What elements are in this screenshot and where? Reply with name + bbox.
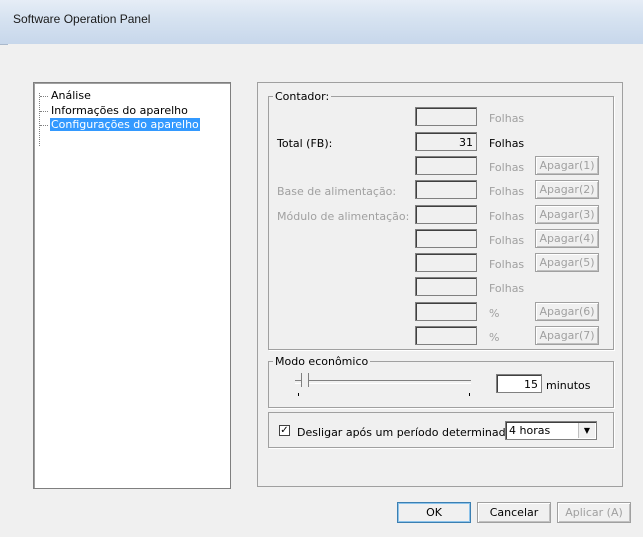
modo-economico-legend: Modo econômico bbox=[275, 355, 369, 368]
counter-value-7 bbox=[415, 277, 477, 296]
ok-button[interactable]: OK bbox=[397, 502, 471, 523]
apagar-4-button[interactable]: Apagar(4) bbox=[535, 229, 599, 248]
counter-unit-8: % bbox=[489, 307, 500, 320]
desligar-selected-value: 4 horas bbox=[509, 424, 551, 437]
window-title: Software Operation Panel bbox=[13, 12, 151, 26]
counter-unit-7: Folhas bbox=[489, 282, 525, 295]
tree-dash bbox=[40, 124, 48, 126]
counter-unit-total: Folhas bbox=[489, 137, 525, 150]
apagar-6-button[interactable]: Apagar(6) bbox=[535, 302, 599, 321]
check-mark-icon: ✓ bbox=[280, 425, 289, 436]
tree-item-analise[interactable]: Análise bbox=[40, 89, 92, 102]
counter-unit-6: Folhas bbox=[489, 258, 525, 271]
apagar-7-button[interactable]: Apagar(7) bbox=[535, 326, 599, 345]
counter-value-9 bbox=[415, 326, 477, 345]
counter-value-8 bbox=[415, 302, 477, 321]
modo-minutes-field[interactable]: 15 bbox=[496, 374, 542, 393]
counter-value-total: 31 bbox=[415, 132, 477, 151]
apagar-3-button[interactable]: Apagar(3) bbox=[535, 205, 599, 224]
apagar-5-button[interactable]: Apagar(5) bbox=[535, 253, 599, 272]
title-bar: Software Operation Panel bbox=[0, 0, 643, 45]
counter-label-modulo: Módulo de alimentação: bbox=[277, 210, 410, 223]
modo-minutes-unit: minutos bbox=[546, 379, 591, 392]
tree-dash bbox=[40, 95, 48, 97]
modo-slider-thumb[interactable] bbox=[301, 373, 309, 387]
counter-unit-9: % bbox=[489, 331, 500, 344]
counter-unit-base: Folhas bbox=[489, 185, 525, 198]
apagar-1-button[interactable]: Apagar(1) bbox=[535, 156, 599, 175]
counter-value-0 bbox=[415, 107, 477, 126]
counter-label-base: Base de alimentação: bbox=[277, 185, 397, 198]
navigation-tree[interactable]: Análise Informações do aparelho Configur… bbox=[33, 82, 231, 489]
counter-value-5 bbox=[415, 229, 477, 248]
counter-unit-5: Folhas bbox=[489, 234, 525, 247]
counter-value-2 bbox=[415, 156, 477, 175]
slider-tick-max bbox=[469, 393, 470, 396]
counter-unit-0: Folhas bbox=[489, 112, 525, 125]
cancel-button[interactable]: Cancelar bbox=[477, 502, 551, 523]
tree-item-configuracoes[interactable]: Configurações do aparelho bbox=[40, 118, 200, 131]
counter-unit-2: Folhas bbox=[489, 161, 525, 174]
tree-item-informacoes[interactable]: Informações do aparelho bbox=[40, 104, 189, 117]
counter-value-modulo bbox=[415, 205, 477, 224]
desligar-select[interactable]: 4 horas ▼ bbox=[505, 421, 597, 440]
counter-value-6 bbox=[415, 253, 477, 272]
counter-unit-modulo: Folhas bbox=[489, 210, 525, 223]
chevron-down-icon[interactable]: ▼ bbox=[578, 423, 595, 438]
counter-value-base bbox=[415, 180, 477, 199]
modo-slider-track[interactable] bbox=[295, 380, 471, 384]
counter-label-total: Total (FB): bbox=[277, 137, 333, 150]
apagar-2-button[interactable]: Apagar(2) bbox=[535, 180, 599, 199]
slider-tick-min bbox=[298, 393, 299, 396]
desligar-label: Desligar após um período determinado bbox=[297, 426, 513, 439]
contador-legend: Contador: bbox=[275, 90, 330, 103]
tree-dash bbox=[40, 110, 48, 112]
desligar-checkbox[interactable]: ✓ bbox=[279, 425, 290, 436]
apply-button[interactable]: Aplicar (A) bbox=[557, 502, 631, 523]
